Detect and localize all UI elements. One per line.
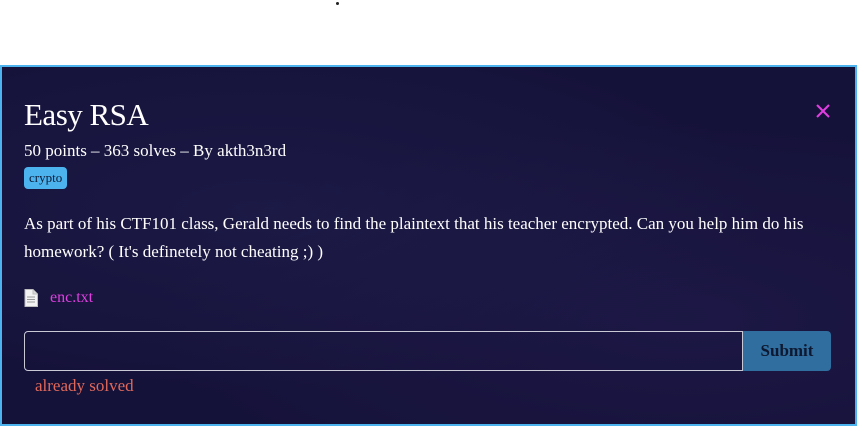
challenge-modal: Easy RSA 50 points – 363 solves – By akt… bbox=[0, 65, 857, 426]
challenge-title: Easy RSA bbox=[24, 97, 149, 132]
flag-input[interactable] bbox=[24, 331, 743, 371]
page-dot bbox=[336, 2, 339, 5]
solve-status: already solved bbox=[35, 376, 134, 395]
challenge-meta: 50 points – 363 solves – By akth3n3rd bbox=[24, 141, 287, 160]
submit-button[interactable]: Submit bbox=[743, 331, 831, 371]
challenge-description: As part of his CTF101 class, Gerald need… bbox=[24, 214, 804, 261]
close-button[interactable] bbox=[813, 101, 833, 121]
file-icon bbox=[24, 289, 38, 307]
attachment-link[interactable]: enc.txt bbox=[50, 289, 93, 307]
category-tag: crypto bbox=[24, 167, 68, 189]
attachment-row: enc.txt bbox=[24, 288, 93, 308]
close-icon bbox=[816, 104, 830, 118]
